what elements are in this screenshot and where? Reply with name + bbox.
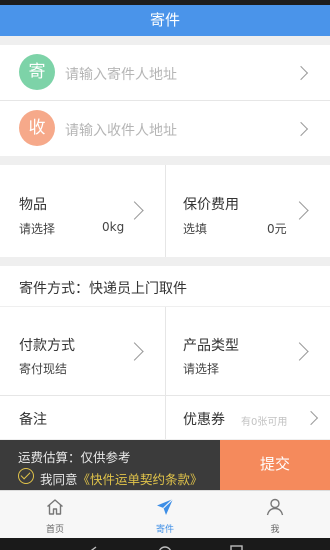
submit-button[interactable]: 提交 [220,440,330,490]
chevron-right-icon [125,342,144,361]
goods-value: 请选择 [19,222,56,236]
insurance-cell[interactable]: 保价费用 选填 0元 [166,165,330,257]
send-icon [157,498,174,515]
payment-label: 付款方式 [19,338,75,354]
sender-badge: 寄 [19,54,55,90]
tab-send[interactable]: 寄件 [110,491,220,539]
receiver-badge: 收 [19,110,55,146]
chevron-right-icon [303,410,319,426]
payment-cell[interactable]: 付款方式 寄付现结 [0,307,165,395]
person-icon [266,498,284,516]
insurance-amount: 0元 [267,222,287,236]
sender-address-placeholder: 请输入寄件人地址 [65,67,177,83]
chevron-right-icon [125,201,144,220]
receiver-address-row[interactable]: 收 请输入收件人地址 [0,101,330,156]
insurance-value: 选填 [183,222,208,236]
sender-address-row[interactable]: 寄 请输入寄件人地址 [0,45,330,100]
page-title: 寄件 [0,5,330,36]
product-type-cell[interactable]: 产品类型 请选择 [166,307,330,395]
tab-send-label: 寄件 [155,525,174,535]
tab-me-label: 我 [270,525,280,535]
goods-label: 物品 [19,197,47,213]
agreement-prefix: 我同意 [40,472,78,487]
system-nav-bar [0,538,330,550]
tab-bar: 首页 寄件 我 [0,490,330,538]
chevron-right-icon [293,65,309,81]
tab-home-label: 首页 [45,525,64,535]
agreement-text: 我同意《快件运单契约条款》 [40,469,203,488]
order-action-bar: 运费估算：仅供参考 我同意《快件运单契约条款》 提交 [0,440,330,490]
remark-cell[interactable]: 备注 [0,396,165,439]
product-type-label: 产品类型 [183,338,239,354]
chevron-right-icon [293,121,309,137]
chevron-right-icon [290,201,309,220]
chevron-right-icon [290,342,309,361]
fee-estimate: 运费估算：仅供参考 [18,450,131,465]
delivery-method-card: 寄件方式：快递员上门取件 [0,266,330,306]
tab-home[interactable]: 首页 [0,491,110,539]
payment-value: 寄付现结 [19,362,68,376]
remark-label: 备注 [19,412,47,428]
system-nav-buttons [90,545,243,550]
home-icon [47,499,63,515]
coupon-hint: 有0张可用 [241,417,288,428]
agreement-link[interactable]: 《快件运单契约条款》 [78,472,203,487]
coupon-cell[interactable]: 优惠券 有0张可用 [166,396,330,439]
goods-cell[interactable]: 物品 请选择 0kg [0,165,165,257]
check-circle-icon[interactable] [18,468,34,484]
recent-apps-icon [230,545,243,550]
receiver-address-placeholder: 请输入收件人地址 [65,123,177,139]
payment-card: 付款方式 寄付现结 产品类型 请选择 备注 优惠券 有0张可用 [0,307,330,439]
address-card: 寄 请输入寄件人地址 收 请输入收件人地址 [0,45,330,156]
goods-weight: 0kg [102,220,125,234]
delivery-method-label: 寄件方式：快递员上门取件 [19,281,187,297]
insurance-label: 保价费用 [183,197,239,213]
goods-card: 物品 请选择 0kg 保价费用 选填 0元 [0,165,330,257]
product-type-value: 请选择 [183,362,220,376]
tab-me[interactable]: 我 [220,491,330,539]
coupon-label: 优惠券 [183,412,225,428]
